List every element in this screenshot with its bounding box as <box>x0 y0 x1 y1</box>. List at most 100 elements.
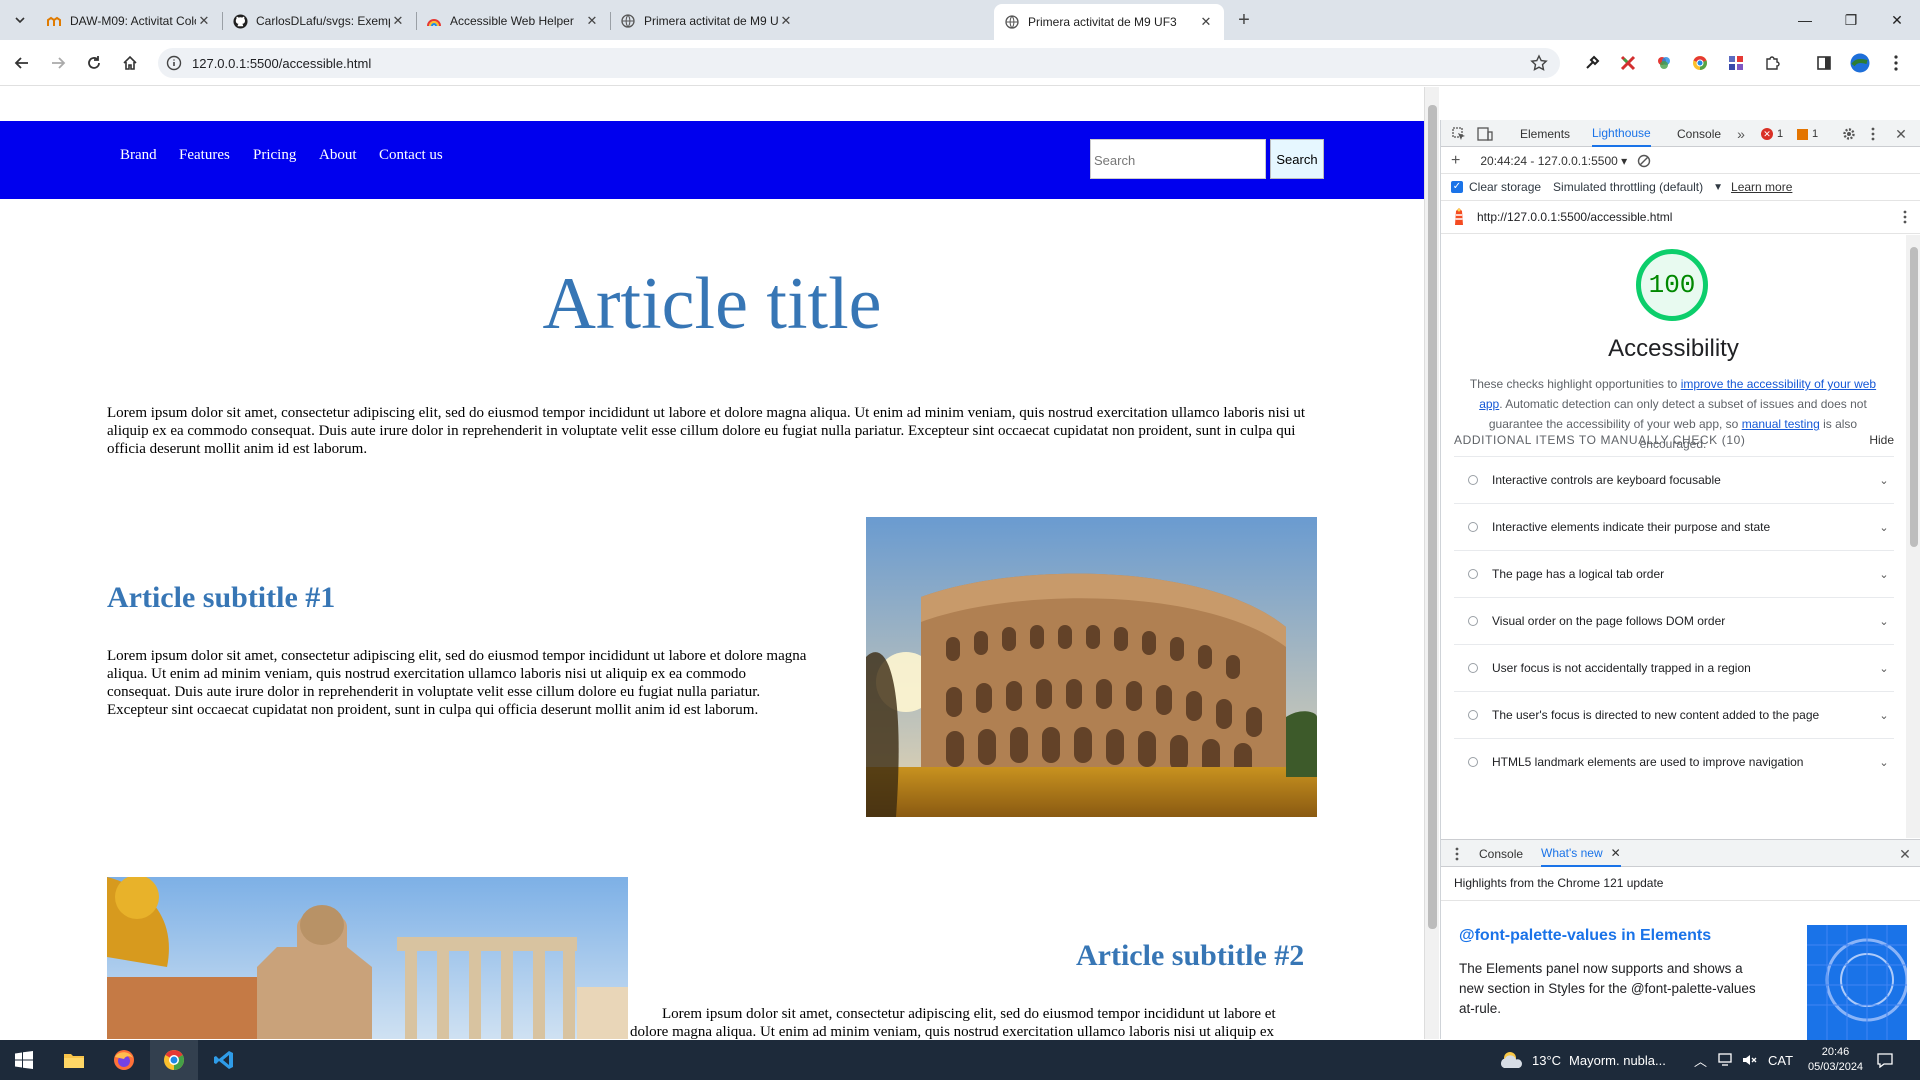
throttling-dropdown-icon[interactable]: ▼ <box>1713 182 1723 193</box>
clock[interactable]: 20:46 05/03/2024 <box>1808 1040 1863 1080</box>
drawer-menu-icon[interactable] <box>1449 846 1465 862</box>
reload-icon[interactable] <box>80 49 108 77</box>
firefox-icon[interactable] <box>100 1040 148 1080</box>
tray-chevron-up-icon[interactable]: ︿ <box>1694 1040 1707 1080</box>
scrollbar-thumb[interactable] <box>1428 105 1437 929</box>
side-panel-icon[interactable] <box>1810 49 1838 77</box>
close-tab-icon[interactable]: ✕ <box>778 13 794 29</box>
audit-item[interactable]: The page has a logical tab order ⌄ <box>1454 550 1894 597</box>
nav-contact-us[interactable]: Contact us <box>379 147 443 164</box>
start-button-windows-icon[interactable] <box>0 1040 48 1080</box>
close-tab-icon[interactable]: ✕ <box>1198 14 1214 30</box>
audit-item[interactable]: Interactive controls are keyboard focusa… <box>1454 456 1894 503</box>
back-arrow-icon[interactable] <box>8 49 36 77</box>
nav-pricing[interactable]: Pricing <box>253 147 296 164</box>
whats-new-header: Highlights from the Chrome 121 update <box>1454 876 1664 890</box>
tab-github-svgs[interactable]: CarlosDLafu/svgs: Exemples de ✕ <box>222 6 416 36</box>
report-url-bar: http://127.0.0.1:5500/accessible.html <box>1441 200 1920 234</box>
tab-primera-activitat-active[interactable]: Primera activitat de M9 UF3 ✕ <box>994 4 1224 40</box>
color-extension-icon[interactable] <box>1650 49 1678 77</box>
close-devtools-icon[interactable]: ✕ <box>1893 126 1909 142</box>
error-count-badge[interactable]: ✕ 1 <box>1761 126 1783 142</box>
roman-forum-image <box>107 877 628 1039</box>
tab-search-icon[interactable] <box>6 6 34 34</box>
clear-reports-icon[interactable] <box>1637 154 1651 168</box>
tab-primera-activitat[interactable]: Primera activitat de M9 UF3 ✕ <box>610 6 804 36</box>
learn-more-link[interactable]: Learn more <box>1731 180 1792 194</box>
browser-toolbar: 127.0.0.1:5500/accessible.html <box>0 40 1920 86</box>
chrome-extension-icon[interactable] <box>1686 49 1714 77</box>
extensions-puzzle-icon[interactable] <box>1758 49 1786 77</box>
tab-console[interactable]: Console <box>1677 120 1721 147</box>
report-menu-icon[interactable] <box>1903 210 1907 224</box>
new-report-icon[interactable]: + <box>1451 152 1460 170</box>
eyedropper-extension-icon[interactable] <box>1578 49 1606 77</box>
manual-checks-header: ADDITIONAL ITEMS TO MANUALLY CHECK (10) … <box>1454 433 1894 447</box>
tab-accessible-web-helper[interactable]: Accessible Web Helper ✕ <box>416 6 610 36</box>
scrollbar-thumb[interactable] <box>1910 247 1918 547</box>
nav-about[interactable]: About <box>319 147 357 164</box>
site-search-input[interactable]: Search <box>1090 139 1266 179</box>
site-info-icon[interactable] <box>166 55 182 71</box>
address-bar[interactable]: 127.0.0.1:5500/accessible.html <box>158 48 1560 78</box>
chevron-down-icon: ⌄ <box>1879 615 1889 628</box>
drawer-tab-console[interactable]: Console <box>1479 840 1523 867</box>
nav-brand[interactable]: Brand <box>120 147 157 164</box>
tools-extension-icon[interactable] <box>1614 49 1642 77</box>
category-title: Accessibility <box>1608 335 1739 362</box>
throttling-label: Simulated throttling (default) <box>1553 180 1704 194</box>
new-tab-button[interactable]: + <box>1230 6 1258 34</box>
audit-item[interactable]: Interactive elements indicate their purp… <box>1454 503 1894 550</box>
browser-menu-icon[interactable] <box>1882 49 1910 77</box>
chevron-down-icon: ⌄ <box>1879 756 1889 769</box>
more-tabs-icon[interactable]: » <box>1733 126 1749 142</box>
audit-circle-icon <box>1468 663 1478 673</box>
home-icon[interactable] <box>116 49 144 77</box>
nav-features[interactable]: Features <box>179 147 230 164</box>
settings-gear-icon[interactable] <box>1841 126 1857 142</box>
manual-testing-link[interactable]: manual testing <box>1742 417 1820 431</box>
chrome-taskbar-icon[interactable] <box>150 1040 198 1080</box>
network-icon[interactable] <box>1718 1040 1734 1080</box>
tab-daw-m09[interactable]: DAW-M09: Activitat Colors ✕ <box>36 6 222 36</box>
audit-item[interactable]: The user's focus is directed to new cont… <box>1454 691 1894 738</box>
clear-storage-checkbox[interactable]: ✓ <box>1451 181 1463 193</box>
vscode-icon[interactable] <box>200 1040 248 1080</box>
minimize-button[interactable]: — <box>1782 0 1828 40</box>
inspect-element-icon[interactable] <box>1451 126 1467 142</box>
report-selector[interactable]: 20:44:24 - 127.0.0.1:5500 ▾ <box>1480 154 1627 168</box>
forward-arrow-icon[interactable] <box>44 49 72 77</box>
weather-widget[interactable]: 13°C Mayorm. nubla... <box>1498 1040 1666 1080</box>
devtools-menu-icon[interactable] <box>1865 126 1881 142</box>
close-drawer-icon[interactable]: ✕ <box>1897 846 1913 862</box>
volume-muted-icon[interactable] <box>1742 1040 1758 1080</box>
restore-button[interactable]: ❐ <box>1828 0 1874 40</box>
lighthouse-toolbar: + 20:44:24 - 127.0.0.1:5500 ▾ <box>1441 148 1920 174</box>
device-toolbar-icon[interactable] <box>1477 126 1493 142</box>
report-scrollbar[interactable] <box>1906 235 1920 838</box>
notifications-icon[interactable] <box>1876 1040 1894 1080</box>
profile-avatar[interactable] <box>1846 49 1874 77</box>
close-tab-icon[interactable]: ✕ <box>584 13 600 29</box>
grid-extension-icon[interactable] <box>1722 49 1750 77</box>
warning-count-badge[interactable]: 1 <box>1797 126 1818 142</box>
file-explorer-icon[interactable] <box>50 1040 98 1080</box>
close-tab-icon[interactable]: ✕ <box>390 13 406 29</box>
hide-button[interactable]: Hide <box>1869 433 1894 447</box>
drawer-tab-whats-new[interactable]: What's new ✕ <box>1541 840 1621 867</box>
audit-item[interactable]: HTML5 landmark elements are used to impr… <box>1454 738 1894 785</box>
input-language[interactable]: CAT <box>1768 1040 1793 1080</box>
tab-lighthouse[interactable]: Lighthouse <box>1592 120 1651 147</box>
bookmark-star-icon[interactable] <box>1530 54 1548 72</box>
close-window-button[interactable]: ✕ <box>1874 0 1920 40</box>
close-tab-icon[interactable]: ✕ <box>1611 846 1621 860</box>
tab-elements[interactable]: Elements <box>1520 120 1570 147</box>
audit-item[interactable]: User focus is not accidentally trapped i… <box>1454 644 1894 691</box>
page-scrollbar[interactable] <box>1424 87 1439 1039</box>
audit-circle-icon <box>1468 616 1478 626</box>
site-search-button[interactable]: Search <box>1270 139 1324 179</box>
close-tab-icon[interactable]: ✕ <box>196 13 212 29</box>
whats-new-title[interactable]: @font-palette-values in Elements <box>1459 927 1711 945</box>
accessibility-score-gauge: 100 <box>1636 249 1708 321</box>
audit-item[interactable]: Visual order on the page follows DOM ord… <box>1454 597 1894 644</box>
